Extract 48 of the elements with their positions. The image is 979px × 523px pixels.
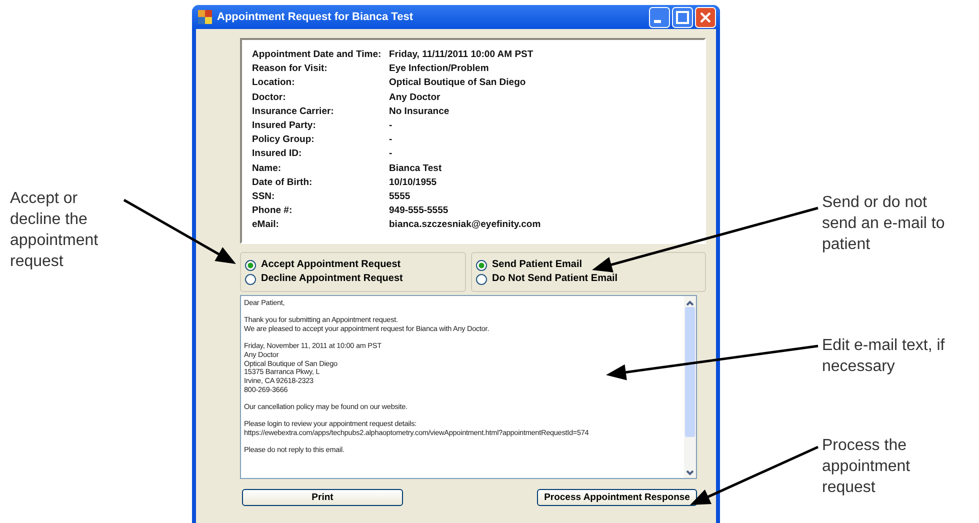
radio-option[interactable]: Send Patient Email (476, 258, 701, 272)
detail-label: Policy Group: (252, 133, 316, 146)
detail-label: Reason for Visit: (252, 62, 328, 76)
detail-value: Eye Infection/Problem (389, 62, 490, 76)
detail-label: Insured ID: (252, 147, 303, 161)
minimize-icon[interactable] (649, 6, 670, 28)
detail-value: Friday, 11/11/2011 10:00 AM PST (389, 48, 534, 62)
window-title: Appointment Request for Bianca Test (217, 11, 414, 23)
detail-label: Phone #: (252, 204, 294, 218)
callout-text: Send or do not send an e-mail to patient (822, 193, 946, 255)
detail-label: Location: (252, 76, 296, 90)
detail-value: No Insurance (389, 104, 450, 118)
close-icon[interactable] (695, 6, 716, 28)
scroll-bar[interactable] (684, 296, 696, 478)
detail-value: bianca.szczesniak@eyefinity.com (389, 218, 542, 232)
print-button[interactable]: Print (242, 489, 403, 506)
detail-value: 10/10/1955 (389, 176, 438, 190)
detail-value: Optical Boutique of San Diego (389, 76, 527, 90)
detail-value: - (389, 147, 394, 161)
detail-value: 5555 (389, 190, 412, 204)
detail-label: Name: (252, 162, 282, 175)
radio-icon[interactable] (245, 260, 256, 270)
detail-value: 949-555-5555 (389, 204, 450, 218)
detail-value: Bianca Test (389, 162, 443, 175)
scroll-thumb[interactable] (685, 307, 695, 437)
detail-label: eMail: (252, 218, 280, 232)
detail-label: Insurance Carrier: (252, 104, 335, 118)
radio-icon[interactable] (476, 260, 488, 270)
callout-text: Accept or decline the appointment request (10, 189, 100, 272)
detail-value: - (389, 133, 394, 146)
email-text-field[interactable] (240, 295, 697, 479)
app-icon (198, 10, 212, 24)
detail-label: Insured Party: (252, 119, 317, 132)
radio-icon[interactable] (476, 274, 488, 284)
radio-option[interactable]: Accept Appointment Request (245, 258, 462, 272)
detail-label: Appointment Date and Time: (252, 48, 382, 62)
radio-option[interactable]: Do Not Send Patient Email (476, 272, 701, 286)
radio-option[interactable]: Decline Appointment Request (245, 272, 462, 286)
detail-label: SSN: (252, 190, 276, 204)
detail-value: - (389, 119, 394, 132)
process-response-button[interactable]: Process Appointment Response (537, 489, 697, 506)
callout-text: Edit e-mail text, if necessary (822, 336, 946, 377)
detail-value: Any Doctor (389, 90, 442, 104)
detail-label: Date of Birth: (252, 176, 314, 190)
callout-text: Process the appointment request (822, 436, 912, 498)
radio-icon[interactable] (245, 274, 256, 284)
maximize-icon[interactable] (672, 6, 693, 28)
detail-label: Doctor: (252, 90, 287, 104)
